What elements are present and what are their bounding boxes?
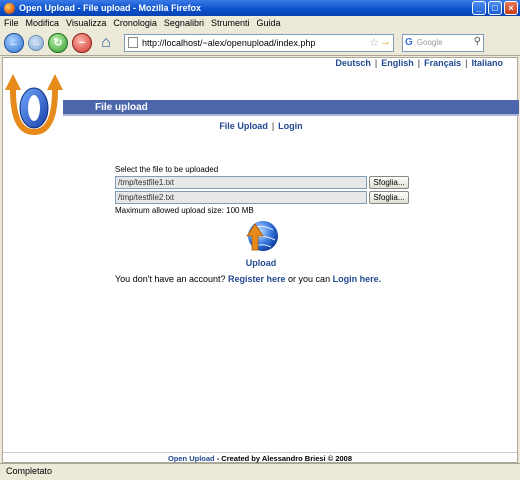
upload-button[interactable]: Upload: [241, 218, 281, 268]
url-text: http://localhost/~alex/openupload/index.…: [142, 37, 316, 48]
browse-button-2[interactable]: Sfoglia...: [369, 191, 409, 204]
page-viewport: Deutsch | English | Français | Italiano …: [2, 57, 519, 463]
page-title: File upload: [95, 102, 148, 113]
separator: |: [417, 58, 421, 68]
bookmark-star-icon[interactable]: ☆: [369, 36, 379, 49]
search-placeholder: Google: [416, 38, 443, 47]
footer: Open Upload - Created by Alessandro Brie…: [3, 452, 517, 463]
page-icon: [128, 37, 138, 48]
reload-button[interactable]: ↻: [48, 32, 68, 53]
lang-francais[interactable]: Français: [424, 58, 461, 68]
separator: |: [374, 58, 378, 68]
menu-strumenti[interactable]: Strumenti: [211, 18, 250, 28]
upload-globe-icon[interactable]: [243, 218, 279, 254]
upload-label[interactable]: Upload: [241, 258, 281, 268]
footer-openupload-link[interactable]: Open Upload: [168, 454, 215, 463]
separator: |: [271, 121, 275, 131]
file-upload-link[interactable]: File Upload: [219, 121, 268, 131]
home-button[interactable]: ⌂: [96, 33, 116, 53]
menu-guida[interactable]: Guida: [256, 18, 280, 28]
home-icon: ⌂: [101, 33, 111, 51]
header-band: File upload: [63, 100, 519, 116]
file-row: /tmp/testfile1.txt Sfoglia...: [115, 176, 415, 189]
status-bar: Completato: [0, 463, 520, 480]
firefox-icon: [4, 2, 15, 14]
navigation-toolbar: ← → ↻ − ⌂ http://localhost/~alex/openupl…: [0, 30, 520, 56]
upload-form: Select the file to be uploaded /tmp/test…: [115, 165, 415, 215]
lang-deutsch[interactable]: Deutsch: [335, 58, 371, 68]
search-bar[interactable]: G Google ⚲: [402, 33, 484, 52]
stop-button[interactable]: −: [72, 32, 92, 53]
footer-credit: - Created by Alessandro Briesi © 2008: [216, 454, 353, 463]
separator: |: [465, 58, 468, 68]
forward-button[interactable]: →: [28, 34, 44, 51]
stop-icon: −: [78, 36, 86, 49]
max-upload-size: Maximum allowed upload size: 100 MB: [115, 206, 254, 215]
maximize-button[interactable]: □: [488, 1, 502, 15]
lang-italiano[interactable]: Italiano: [471, 58, 503, 68]
go-arrow-icon[interactable]: →: [380, 36, 391, 48]
window-titlebar: Open Upload - File upload - Mozilla Fire…: [0, 0, 520, 16]
login-here-link[interactable]: Login here.: [333, 274, 382, 284]
search-icon[interactable]: ⚲: [474, 36, 481, 47]
forward-arrow-icon: →: [30, 36, 42, 49]
menu-file[interactable]: File: [4, 18, 19, 28]
account-prefix: You don't have an account?: [115, 274, 226, 284]
file-row: /tmp/testfile2.txt Sfoglia...: [115, 191, 415, 204]
menu-cronologia[interactable]: Cronologia: [113, 18, 157, 28]
menu-modifica[interactable]: Modifica: [26, 18, 60, 28]
window-title: Open Upload - File upload - Mozilla Fire…: [19, 3, 202, 13]
close-button[interactable]: ×: [504, 1, 518, 15]
register-link[interactable]: Register here: [228, 274, 286, 284]
back-button[interactable]: ←: [4, 32, 24, 53]
language-selector: Deutsch | English | Français | Italiano: [335, 58, 503, 68]
status-text: Completato: [6, 466, 53, 476]
window-controls: _ □ ×: [472, 1, 518, 15]
top-navigation: File Upload | Login: [3, 121, 519, 131]
account-line: You don't have an account? Register here…: [115, 274, 381, 284]
browse-button-1[interactable]: Sfoglia...: [369, 176, 409, 189]
account-middle: or you can: [288, 274, 331, 284]
search-engine-icon[interactable]: G: [405, 37, 413, 48]
reload-icon: ↻: [53, 37, 63, 49]
url-bar[interactable]: http://localhost/~alex/openupload/index.…: [124, 33, 394, 52]
back-arrow-icon: ←: [8, 36, 20, 49]
file-input-1[interactable]: /tmp/testfile1.txt: [115, 176, 367, 189]
select-file-label: Select the file to be uploaded: [115, 165, 219, 174]
menu-segnalibri[interactable]: Segnalibri: [164, 18, 204, 28]
login-link[interactable]: Login: [278, 121, 303, 131]
menu-bar: File Modifica Visualizza Cronologia Segn…: [0, 16, 520, 30]
minimize-button[interactable]: _: [472, 1, 486, 15]
menu-visualizza[interactable]: Visualizza: [66, 18, 106, 28]
lang-english[interactable]: English: [381, 58, 414, 68]
file-input-2[interactable]: /tmp/testfile2.txt: [115, 191, 367, 204]
